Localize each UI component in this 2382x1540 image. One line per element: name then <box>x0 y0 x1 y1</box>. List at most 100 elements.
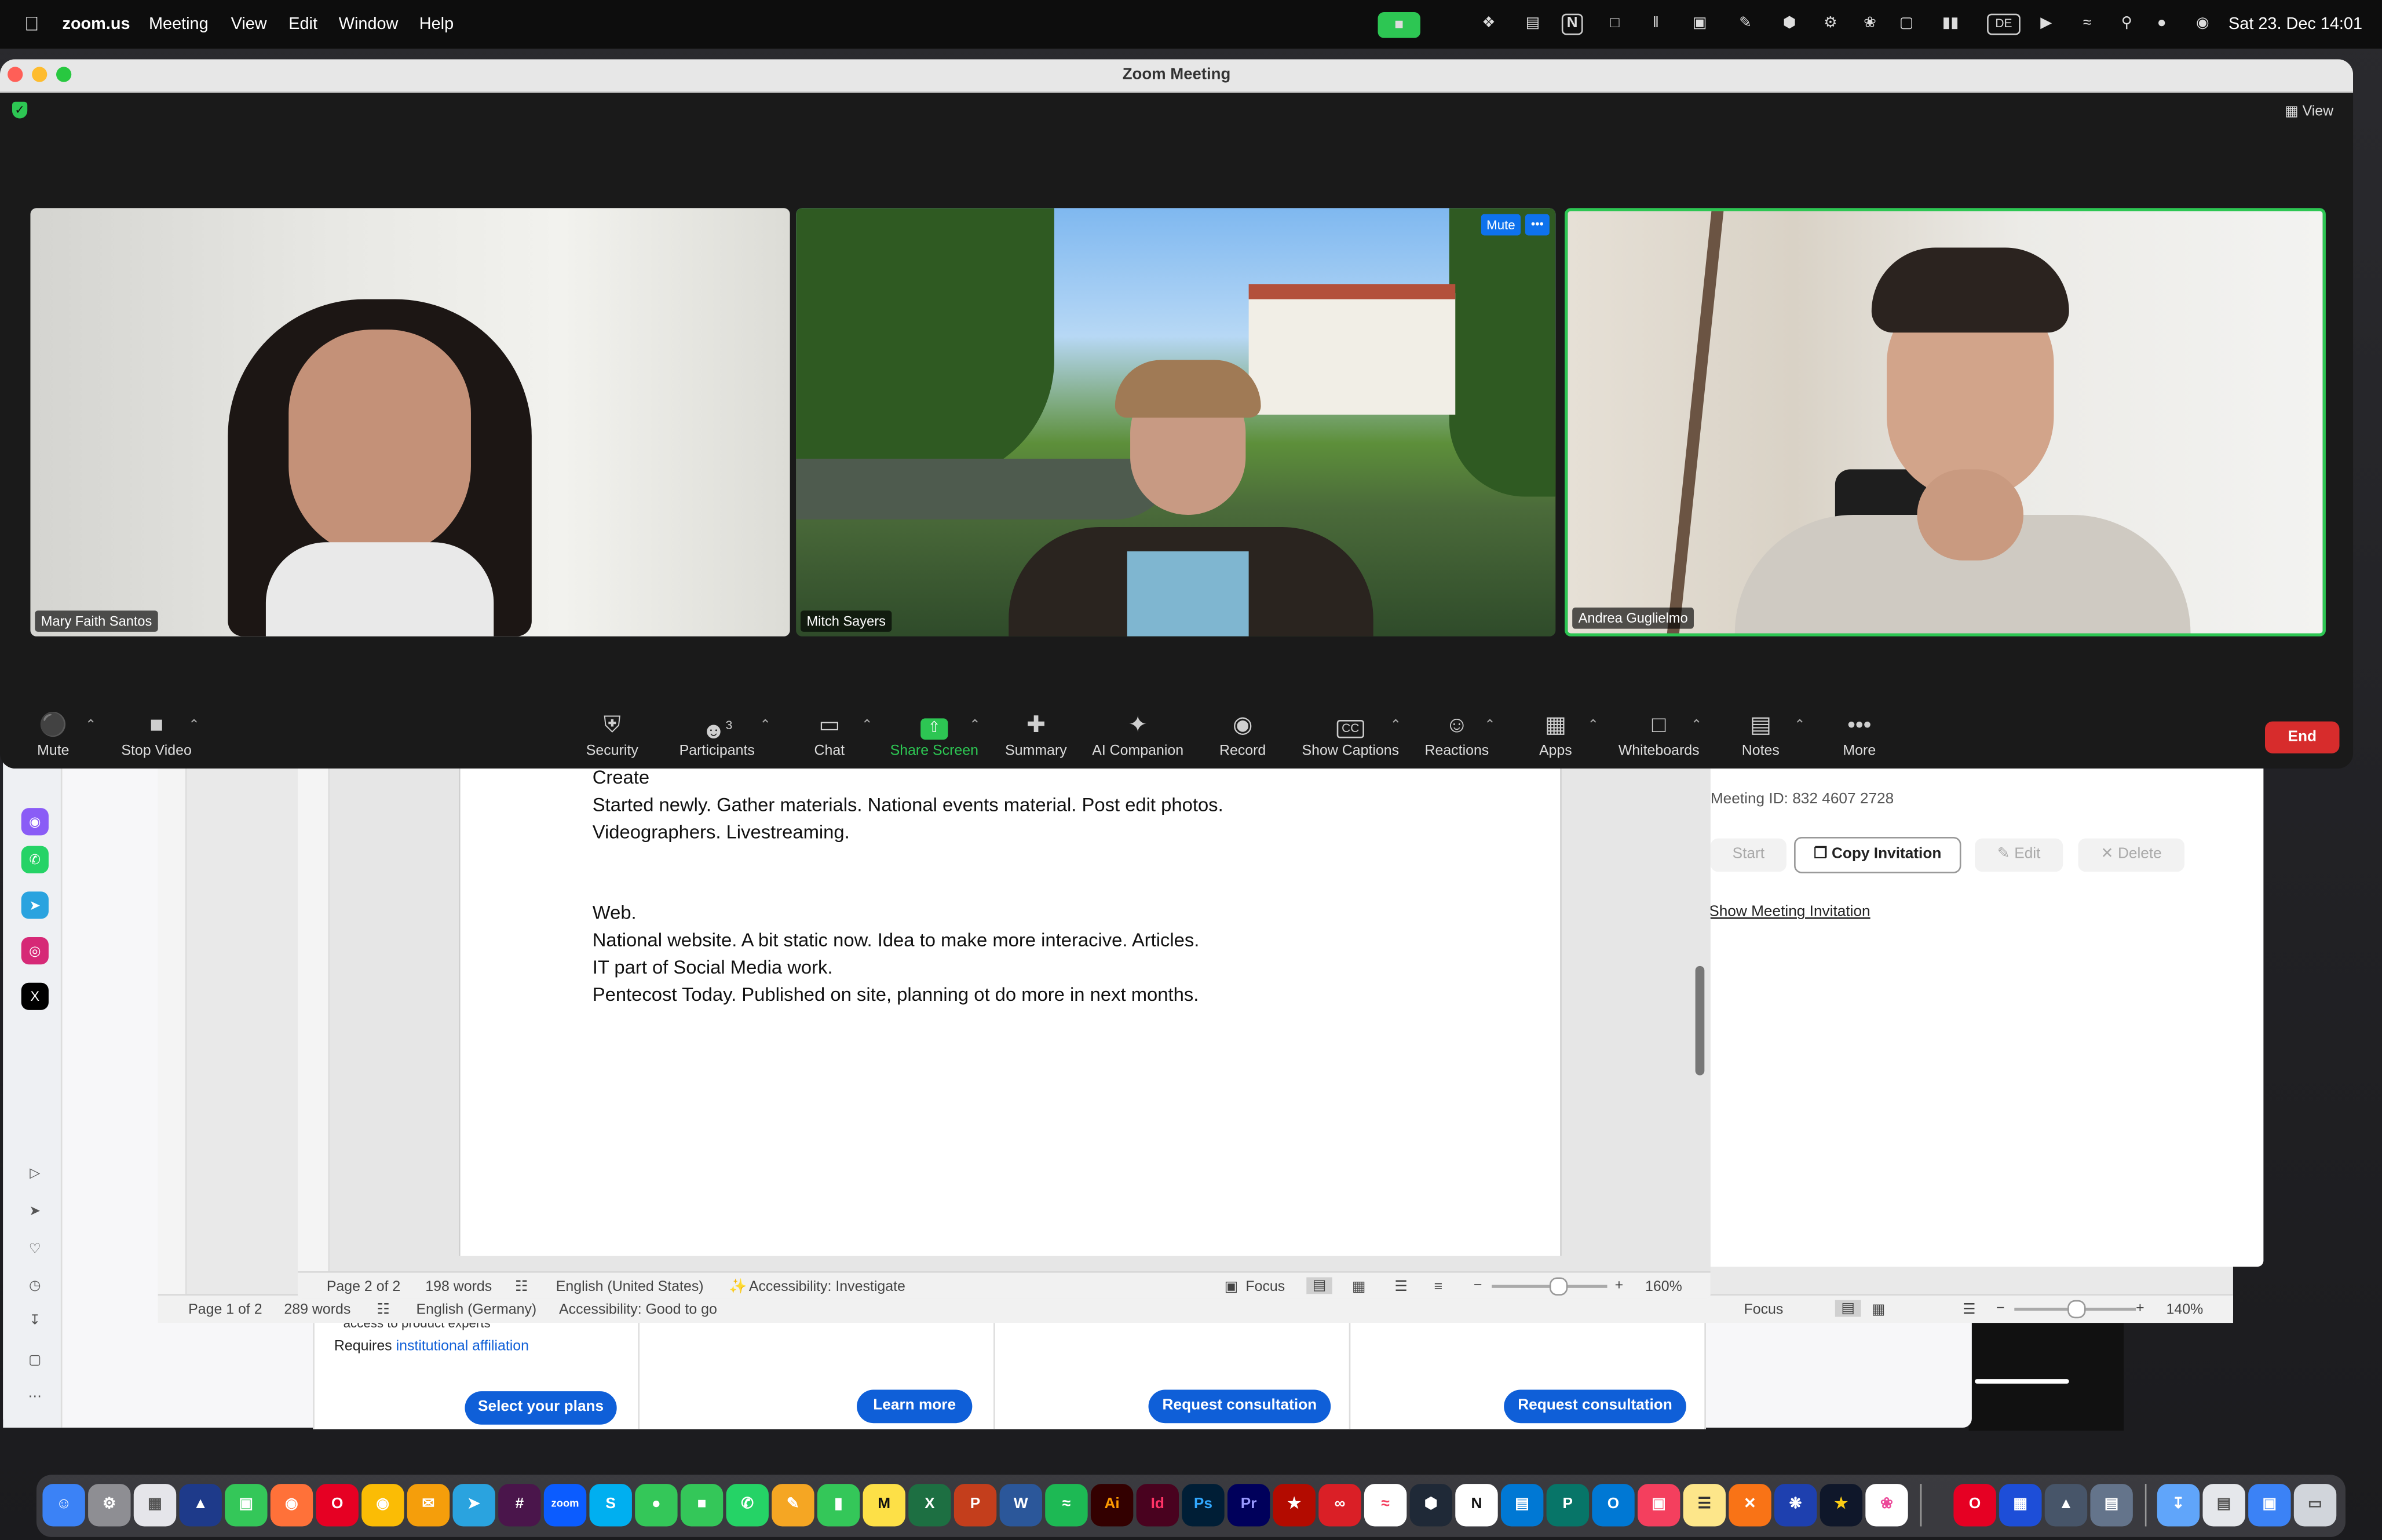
dock-photos-icon[interactable]: ❀ <box>1865 1484 1908 1527</box>
dock-chrome-icon[interactable]: ◉ <box>361 1484 404 1527</box>
dock-word-icon[interactable]: W <box>999 1484 1042 1527</box>
accessibility-icon[interactable]: ✨ <box>729 1279 747 1296</box>
menu-window[interactable]: Window <box>339 15 399 33</box>
request-consultation-button[interactable]: Request consultation <box>1148 1389 1331 1424</box>
dock-notes-icon[interactable]: ☰ <box>1683 1484 1726 1527</box>
video-tile-mary-faith-santos[interactable]: Mary Faith Santos <box>30 208 790 637</box>
notes-options-caret[interactable]: ⌃ <box>1794 717 1806 734</box>
front-zoom-in-icon[interactable]: + <box>1615 1277 1624 1294</box>
share-screen-button[interactable]: ⇧ Share Screen <box>887 709 981 759</box>
back-proof-icon[interactable]: ☷ <box>377 1301 389 1318</box>
feather-icon[interactable]: ❀ <box>1859 14 1881 35</box>
record-button[interactable]: ◉ Record <box>1217 709 1269 759</box>
back-outline-icon[interactable]: ☰ <box>1963 1301 1975 1318</box>
stop-video-button[interactable]: ■ Stop Video <box>115 709 198 759</box>
dock-app3-icon[interactable]: ⬢ <box>1409 1484 1453 1527</box>
show-captions-button[interactable]: CC Show Captions <box>1300 709 1401 759</box>
clipboard-icon[interactable]: ▤ <box>1522 14 1544 35</box>
select-plans-button[interactable]: Select your plans <box>465 1391 617 1425</box>
dock-numbers-icon[interactable]: ▮ <box>817 1484 860 1527</box>
dock-creative-cloud-icon[interactable]: ∞ <box>1318 1484 1361 1527</box>
dock-zoom-icon[interactable]: zoom <box>543 1484 587 1527</box>
back-zoom-level[interactable]: 140% <box>2167 1301 2204 1318</box>
captions-options-caret[interactable]: ⌃ <box>1390 717 1401 734</box>
dock-acrobat-icon[interactable]: ★ <box>1273 1484 1316 1527</box>
back-accessibility[interactable]: Accessibility: Good to go <box>559 1301 717 1318</box>
dock-app4-icon[interactable]: ▣ <box>1637 1484 1680 1527</box>
front-page-count[interactable]: Page 2 of 2 <box>327 1279 400 1296</box>
security-button[interactable]: ⛨ Security <box>582 709 642 759</box>
dock-document-icon[interactable]: ▤ <box>2202 1484 2245 1527</box>
back-zoom-thumb[interactable] <box>2067 1300 2086 1319</box>
telegram-icon[interactable]: ➤ <box>21 891 49 919</box>
dock-slack-icon[interactable]: # <box>498 1484 541 1527</box>
front-word-count[interactable]: 198 words <box>425 1279 492 1296</box>
search-icon[interactable]: ⚲ <box>2116 14 2138 35</box>
send-icon[interactable]: ➤ <box>21 1197 49 1224</box>
apps-button[interactable]: ▦ Apps <box>1535 709 1577 759</box>
mute-options-caret[interactable]: ⌃ <box>85 717 97 734</box>
dock-notion-icon[interactable]: N <box>1455 1484 1498 1527</box>
menu-meeting[interactable]: Meeting <box>149 15 209 33</box>
participants-options-caret[interactable]: ⌃ <box>759 717 771 734</box>
box-icon[interactable]: ▢ <box>21 1345 49 1373</box>
back-focus-button[interactable]: Focus <box>1744 1301 1784 1318</box>
display-icon[interactable]: ▣ <box>1689 14 1711 35</box>
front-language[interactable]: English (United States) <box>556 1279 704 1296</box>
history-icon[interactable]: ◷ <box>21 1271 49 1298</box>
dock-spotify-icon[interactable]: ≈ <box>1045 1484 1088 1527</box>
affiliation-link[interactable]: institutional affiliation <box>396 1338 529 1355</box>
show-invitation-link[interactable]: Show Meeting Invitation <box>1709 903 1870 920</box>
dock-excel-icon[interactable]: X <box>908 1484 951 1527</box>
summary-button[interactable]: ✚ Summary <box>1003 709 1069 759</box>
screenshot-icon[interactable]: □ <box>1604 14 1625 35</box>
heart-icon[interactable]: ♡ <box>21 1235 49 1262</box>
doc-line-pentecost[interactable]: Pentecost Today. Published on site, plan… <box>593 984 1199 1005</box>
more-button[interactable]: ••• More <box>1838 709 1880 759</box>
view-button[interactable]: ▦ View <box>2285 103 2333 120</box>
front-web-layout-icon[interactable]: ▦ <box>1352 1279 1366 1296</box>
notion-tray-icon[interactable]: N <box>1561 13 1583 35</box>
x-icon[interactable]: X <box>21 982 49 1010</box>
front-zoom-out-icon[interactable]: − <box>1474 1277 1482 1294</box>
player-icon[interactable]: ▷ <box>21 1159 49 1186</box>
battery-icon[interactable]: ▮▮ <box>1935 14 1965 35</box>
chat-options-caret[interactable]: ⌃ <box>861 717 873 734</box>
dock-messages-icon[interactable]: ● <box>635 1484 678 1527</box>
participants-button[interactable]: ☻3 Participants <box>674 709 759 759</box>
dock-telegram-icon[interactable]: ➤ <box>452 1484 495 1527</box>
doc-line-it-part[interactable]: IT part of Social Media work. <box>593 957 833 978</box>
doc-line-website[interactable]: National website. A bit static now. Idea… <box>593 930 1200 951</box>
dock-miro-icon[interactable]: M <box>863 1484 905 1527</box>
document-scrollbar[interactable] <box>1695 965 1705 1076</box>
dock-app6-icon[interactable]: ❋ <box>1774 1484 1817 1527</box>
doc-line-web[interactable]: Web. <box>593 902 637 924</box>
video-tile-mitch-sayers[interactable]: Mute ••• Mitch Sayers <box>796 208 1556 637</box>
zoom-video-status-icon[interactable]: ■ <box>1378 12 1420 38</box>
shield-tray-icon[interactable]: ⬢ <box>1779 14 1800 35</box>
doc-line-create[interactable]: Create <box>593 767 649 788</box>
front-focus-button[interactable]: Focus <box>1245 1279 1285 1296</box>
bookmark-icon[interactable] <box>1478 14 1500 35</box>
dock-powerpoint-icon[interactable]: P <box>953 1484 997 1527</box>
front-accessibility[interactable]: Accessibility: Investigate <box>749 1279 905 1296</box>
gear-tray-icon[interactable]: ⚙ <box>1820 14 1842 35</box>
front-zoom-level[interactable]: 160% <box>1645 1279 1682 1296</box>
dock-whatsapp-icon[interactable]: ✆ <box>726 1484 769 1527</box>
whatsapp-icon[interactable]: ✆ <box>21 846 49 873</box>
control-center-icon[interactable]: ● <box>2151 14 2172 35</box>
dock-publisher-icon[interactable]: P <box>1546 1484 1590 1527</box>
input-source[interactable]: DE <box>1987 13 2021 35</box>
front-draft-icon[interactable]: ≡ <box>1434 1279 1443 1296</box>
reactions-button[interactable]: ☺ Reactions <box>1422 709 1492 759</box>
back-print-layout-icon[interactable]: ▤ <box>1835 1300 1861 1317</box>
pen-icon[interactable]: ✎ <box>1735 14 1756 35</box>
start-button[interactable]: Start <box>1710 838 1787 872</box>
apps-options-caret[interactable]: ⌃ <box>1587 717 1599 734</box>
dock-premiere-icon[interactable]: Pr <box>1227 1484 1270 1527</box>
menu-clock[interactable]: Sat 23. Dec 14:01 <box>2228 15 2362 33</box>
copy-invitation-button[interactable]: ❐ Copy Invitation <box>1794 836 1961 873</box>
video-options-caret[interactable]: ⌃ <box>188 717 200 734</box>
tools-icon[interactable]: ‖ <box>1645 14 1667 35</box>
apple-icon[interactable]:  <box>24 12 39 35</box>
